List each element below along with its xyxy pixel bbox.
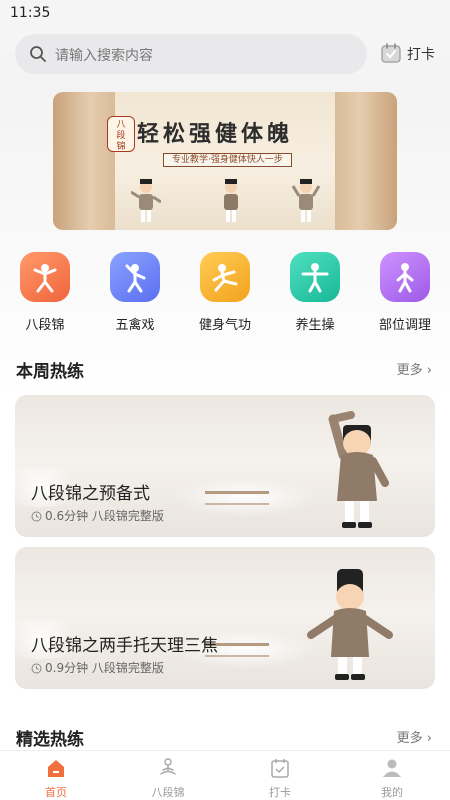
- checkin-label: 打卡: [407, 47, 435, 63]
- cartoon-figure-icon: [291, 179, 321, 222]
- body-care-figure-icon: [396, 263, 414, 293]
- chevron-right-icon: ›: [426, 731, 432, 746]
- tab-home[interactable]: 首页: [16, 755, 96, 799]
- tab-profile[interactable]: 我的: [352, 755, 432, 799]
- baduanjin-figure-icon: [33, 264, 57, 293]
- cartoon-figure-icon: [224, 179, 238, 222]
- category-label: 五禽戏: [115, 318, 155, 333]
- category-label: 养生操: [295, 318, 335, 333]
- category-label: 部位调理: [378, 318, 431, 333]
- cartoon-figure-icon: [131, 179, 161, 222]
- banner-scroll-right: [335, 92, 397, 230]
- status-time: 11:35: [10, 5, 51, 21]
- checkin-button[interactable]: 打卡: [380, 40, 440, 68]
- banner-badge: 八段锦: [107, 116, 135, 152]
- palace-decoration: [205, 491, 269, 505]
- card-meta: 0.6分钟 八段锦完整版: [31, 507, 164, 524]
- cartoon-figure-icon: [307, 569, 393, 680]
- banner-badge-text: 八段锦: [116, 120, 126, 152]
- category-label: 健身气功: [198, 318, 251, 333]
- search-input[interactable]: 请输入搜索内容: [15, 34, 367, 74]
- card-meta-text: 0.6分钟 八段锦完整版: [45, 509, 164, 523]
- exercise-figure-icon: [301, 263, 329, 293]
- featured-section-title: 精选热练: [16, 730, 84, 750]
- bottom-tab-bar: 首页 八段锦 打卡 我的: [0, 750, 450, 800]
- category-icon-bg: [200, 252, 250, 302]
- category-icon-bg: [380, 252, 430, 302]
- qigong-figure-icon: [212, 264, 238, 292]
- wuqinxi-figure-icon: [125, 264, 146, 293]
- search-icon: [30, 46, 46, 62]
- card-meta-text: 0.9分钟 八段锦完整版: [45, 661, 164, 675]
- meditation-icon: [160, 758, 176, 775]
- tab-label: 打卡: [269, 786, 291, 799]
- clock-icon: [31, 511, 42, 522]
- featured-more-label: 更多: [396, 731, 423, 746]
- weekly-card[interactable]: 八段锦之预备式 0.6分钟 八段锦完整版: [15, 395, 435, 537]
- card-title: 八段锦之预备式: [31, 484, 150, 504]
- category-icon-bg: [110, 252, 160, 302]
- category-body-care[interactable]: 部位调理: [370, 252, 440, 333]
- calendar-check-icon: [271, 759, 289, 778]
- card-meta: 0.9分钟 八段锦完整版: [31, 659, 164, 676]
- promo-banner[interactable]: 八段锦 轻松强健体魄 专业教学·强身健体快人一步: [53, 92, 397, 230]
- category-icon-bg: [20, 252, 70, 302]
- card-title: 八段锦之两手托天理三焦: [31, 636, 218, 656]
- category-label: 八段锦: [25, 318, 65, 333]
- category-icon-bg: [290, 252, 340, 302]
- weekly-section-title: 本周热练: [16, 362, 84, 382]
- banner-title: 轻松强健体魄: [137, 121, 294, 147]
- calendar-check-icon: [381, 43, 401, 63]
- banner-subtitle: 专业教学·强身健体快人一步: [163, 153, 292, 167]
- cartoon-figure-icon: [328, 411, 389, 528]
- category-baduanjin[interactable]: 八段锦: [10, 252, 80, 333]
- chevron-right-icon: ›: [426, 363, 432, 378]
- category-wuqinxi[interactable]: 五禽戏: [100, 252, 170, 333]
- weekly-more-label: 更多: [396, 363, 423, 378]
- home-icon: [48, 760, 64, 777]
- banner-scroll-left: [53, 92, 115, 230]
- category-row: 八段锦 五禽戏 健身气功 养生操 部位调理: [0, 252, 450, 333]
- weekly-card[interactable]: 八段锦之两手托天理三焦 0.9分钟 八段锦完整版: [15, 547, 435, 689]
- category-exercise[interactable]: 养生操: [280, 252, 350, 333]
- tab-label: 首页: [45, 786, 67, 799]
- tab-checkin[interactable]: 打卡: [240, 755, 320, 799]
- tab-label: 我的: [381, 786, 403, 799]
- featured-more-link[interactable]: 更多 ›: [397, 727, 432, 746]
- tab-baduanjin[interactable]: 八段锦: [128, 755, 208, 799]
- status-bar: 11:35: [0, 0, 450, 26]
- user-icon: [383, 759, 401, 777]
- search-placeholder: 请输入搜索内容: [55, 48, 153, 64]
- category-qigong[interactable]: 健身气功: [190, 252, 260, 333]
- tab-label: 八段锦: [151, 786, 185, 799]
- weekly-more-link[interactable]: 更多 ›: [397, 359, 432, 378]
- search-header: 请输入搜索内容 打卡: [0, 26, 450, 82]
- clock-icon: [31, 663, 42, 674]
